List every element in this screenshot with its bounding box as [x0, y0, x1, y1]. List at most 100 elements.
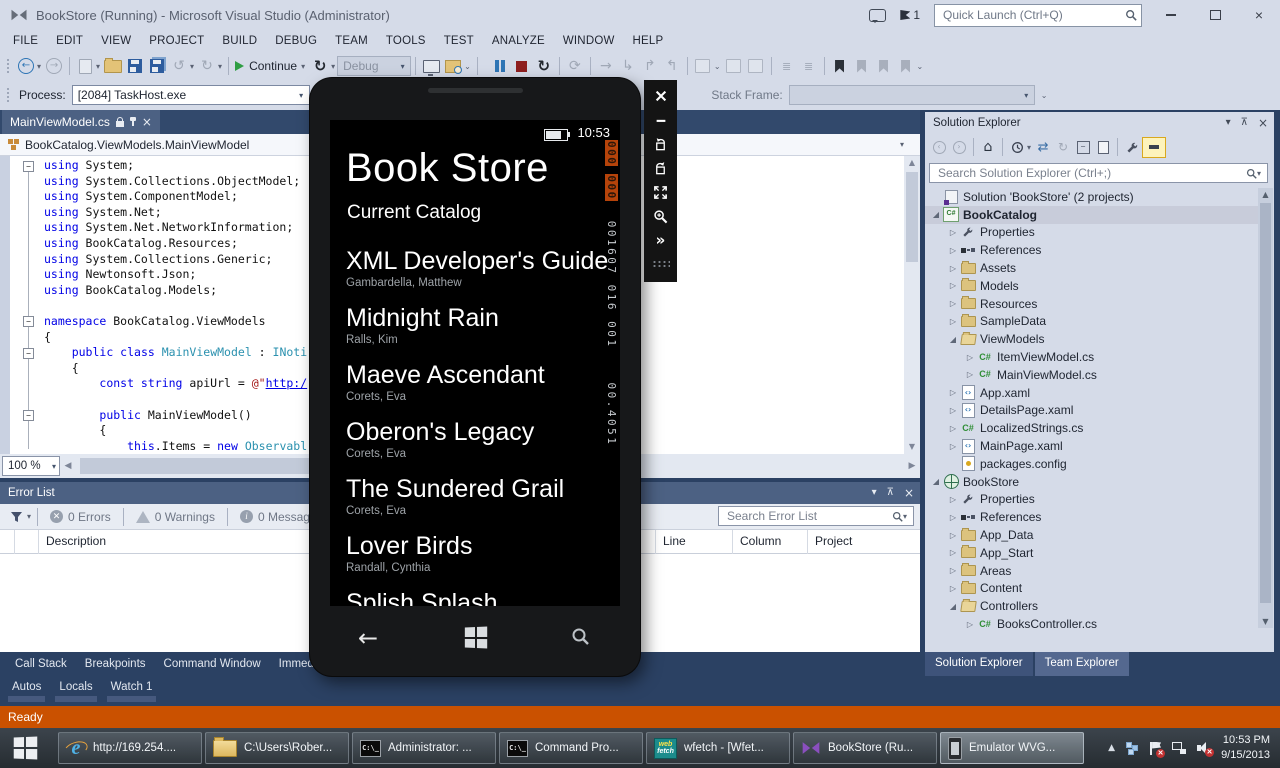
stop-debugging-button[interactable] — [512, 55, 532, 77]
filter-icon[interactable] — [6, 506, 26, 528]
feedback-icon[interactable] — [869, 9, 886, 22]
panel-tab-breakpoints[interactable]: Breakpoints — [78, 654, 153, 674]
properties-button[interactable] — [1123, 136, 1141, 158]
panel-tab-call-stack[interactable]: Call Stack — [8, 654, 74, 674]
deploy-target-button[interactable] — [421, 55, 441, 77]
tree-item-app-xaml[interactable]: ▷‹›App.xaml — [925, 384, 1258, 402]
pin-icon[interactable] — [132, 118, 134, 126]
menu-file[interactable]: FILE — [4, 30, 47, 52]
panel-tab-locals[interactable]: Locals — [53, 678, 98, 704]
hyperv-tray-icon[interactable] — [1126, 742, 1139, 755]
error-list-search-input[interactable] — [725, 508, 892, 524]
menu-build[interactable]: BUILD — [213, 30, 266, 52]
close-tab-icon[interactable]: × — [142, 117, 152, 127]
quick-launch-box[interactable] — [934, 4, 1142, 27]
scroll-up-icon[interactable]: ▲ — [1258, 188, 1273, 201]
collapsed-twisty-icon[interactable]: ▷ — [946, 406, 960, 415]
scroll-down-icon[interactable]: ▼ — [1258, 615, 1273, 628]
collapsed-twisty-icon[interactable]: ▷ — [963, 620, 977, 628]
collapsed-twisty-icon[interactable]: ▷ — [946, 264, 960, 273]
stack-frame-combo[interactable]: ▾ — [789, 85, 1035, 105]
tree-item-resources[interactable]: ▷Resources — [925, 295, 1258, 313]
book-list-item[interactable]: Lover BirdsRandall, Cynthia — [346, 531, 610, 588]
window-position-icon[interactable]: ▾ — [872, 488, 877, 498]
book-list-item[interactable]: The Sundered GrailCorets, Eva — [346, 474, 610, 531]
emulator-expand-button[interactable]: » — [648, 228, 674, 252]
open-file-button[interactable] — [103, 55, 123, 77]
refresh-button[interactable]: ↻ — [1054, 136, 1072, 158]
collapsed-twisty-icon[interactable]: ▷ — [946, 228, 960, 237]
notifications-flag[interactable]: 1 — [900, 8, 920, 22]
minimize-button[interactable] — [1156, 4, 1186, 26]
phone-search-button[interactable] — [570, 626, 590, 651]
process-combo[interactable]: [2084] TaskHost.exe ▾ — [72, 85, 310, 105]
emulator-fit-to-screen-button[interactable] — [648, 180, 674, 204]
sync-with-active-document-button[interactable]: ⇄ — [1034, 136, 1052, 158]
error-list-search-box[interactable]: ▾ — [718, 506, 914, 526]
menu-test[interactable]: TEST — [435, 30, 483, 52]
back-button[interactable]: ‹ — [930, 136, 948, 158]
close-button[interactable]: × — [1244, 4, 1274, 26]
pin-icon[interactable]: ⊼ — [887, 488, 894, 498]
column-description[interactable]: Description — [46, 534, 106, 548]
panel-tab-command-window[interactable]: Command Window — [157, 654, 268, 674]
tree-item-properties[interactable]: ▷Properties — [925, 491, 1258, 509]
redo-button[interactable]: ↻ — [197, 55, 217, 77]
apply-code-changes-button[interactable]: ⟳ — [565, 55, 585, 77]
taskbar-clock[interactable]: 10:53 PM 9/15/2013 — [1221, 733, 1270, 764]
volume-muted-icon[interactable]: ✕ — [1197, 742, 1210, 754]
tree-item-bookstore[interactable]: ◢BookStore — [925, 473, 1258, 491]
collapsed-twisty-icon[interactable]: ▷ — [946, 584, 960, 593]
start-button[interactable] — [0, 728, 50, 768]
pin-icon[interactable]: ⊼ — [1241, 118, 1248, 128]
menu-edit[interactable]: EDIT — [47, 30, 92, 52]
taskbar-button-emulator-wvg[interactable]: Emulator WVG... — [940, 732, 1084, 764]
tree-item-app-start[interactable]: ▷App_Start — [925, 544, 1258, 562]
show-all-files-button[interactable] — [1094, 136, 1112, 158]
navigate-backward-button[interactable]: ← — [16, 55, 36, 77]
quick-launch-input[interactable] — [941, 7, 1125, 23]
panel-tab-autos[interactable]: Autos — [6, 678, 47, 704]
breakpoint-settings-button[interactable] — [693, 55, 713, 77]
scroll-up-icon[interactable]: ▲ — [904, 156, 920, 170]
step-over-button[interactable]: ↱ — [640, 55, 660, 77]
tree-item-bookscontroller-cs[interactable]: ▷C#BooksController.cs — [925, 615, 1258, 628]
tree-item-itemviewmodel-cs[interactable]: ▷C#ItemViewModel.cs — [925, 348, 1258, 366]
find-in-files-button[interactable] — [443, 55, 463, 77]
clear-bookmarks-button[interactable] — [896, 55, 916, 77]
tree-item-references[interactable]: ▷References — [925, 508, 1258, 526]
emulator-zoom-button[interactable] — [648, 204, 674, 228]
tree-item-packages-config[interactable]: packages.config — [925, 455, 1258, 473]
panel-tab-team-explorer[interactable]: Team Explorer — [1035, 652, 1129, 676]
next-bookmark-button[interactable] — [874, 55, 894, 77]
book-list-item[interactable]: Maeve AscendantCorets, Eva — [346, 360, 610, 417]
step-out-button[interactable]: ↰ — [662, 55, 682, 77]
show-hidden-icons-button[interactable]: ▲ — [1108, 743, 1115, 753]
taskbar-button-administrator[interactable]: C:\_Administrator: ... — [352, 732, 496, 764]
window-position-icon[interactable]: ▾ — [1226, 118, 1231, 128]
break-all-button[interactable] — [490, 55, 510, 77]
collapsed-twisty-icon[interactable]: ▷ — [946, 317, 960, 326]
toggle-bookmark-button[interactable] — [830, 55, 850, 77]
tree-item-bookcatalog[interactable]: ◢C#BookCatalog — [925, 206, 1258, 224]
home-button[interactable]: ⌂ — [979, 136, 997, 158]
collapse-all-button[interactable]: − — [1074, 136, 1092, 158]
restore-button[interactable] — [1200, 4, 1230, 26]
restart-button[interactable]: ↻ — [310, 55, 330, 77]
column-project[interactable]: Project — [815, 534, 852, 548]
previous-bookmark-button[interactable] — [852, 55, 872, 77]
scrollbar-thumb[interactable] — [1260, 203, 1271, 603]
scroll-down-icon[interactable]: ▼ — [904, 440, 920, 454]
collapsed-twisty-icon[interactable]: ▷ — [963, 353, 977, 362]
action-center-icon[interactable]: ✕ — [1150, 742, 1161, 755]
collapsed-twisty-icon[interactable]: ▷ — [946, 388, 960, 397]
emulator-rotate-right-button[interactable] — [648, 156, 674, 180]
emulator-close-button[interactable] — [648, 84, 674, 108]
tree-scrollbar[interactable]: ▲ ▼ — [1258, 188, 1273, 628]
restart-debugging-button[interactable]: ↻ — [534, 55, 554, 77]
phone-screen[interactable]: 10:53 Book Store Current Catalog XML Dev… — [330, 120, 620, 606]
tree-item-viewmodels[interactable]: ◢ViewModels — [925, 330, 1258, 348]
tree-item-areas[interactable]: ▷Areas — [925, 562, 1258, 580]
tree-item-models[interactable]: ▷Models — [925, 277, 1258, 295]
forward-button[interactable]: › — [950, 136, 968, 158]
